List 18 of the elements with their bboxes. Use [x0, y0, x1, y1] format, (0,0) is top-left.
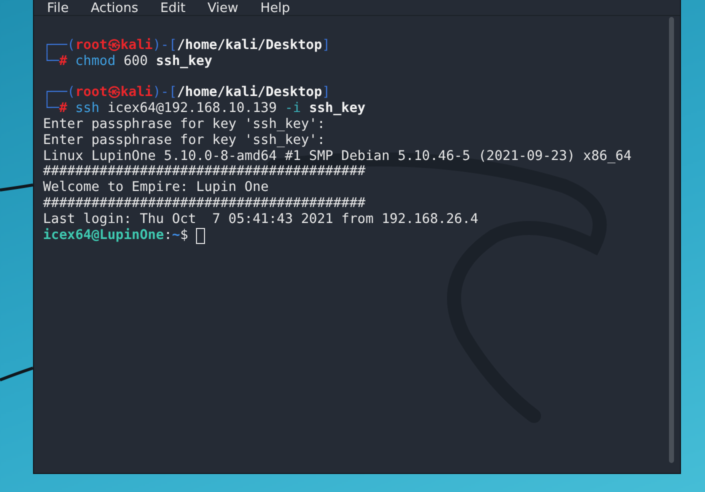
prompt-line: ┌──(root㉿kali)-[/home/kali/Desktop] — [43, 85, 330, 100]
output-line: Linux LupinOne 5.10.0-8-amd64 #1 SMP Debian 5.10.46-5 (2021-09-23) x86_64 — [43, 148, 632, 164]
output-line: ######################################## — [43, 196, 366, 212]
shell-prompt: icex64@LupinOne:~$ — [43, 228, 188, 244]
menu-item[interactable]: Edit — [160, 2, 186, 15]
menu-item[interactable]: Help — [260, 2, 290, 15]
scrollbar[interactable] — [669, 17, 674, 463]
menu-item[interactable]: View — [207, 2, 238, 15]
menu-item[interactable]: Actions — [90, 2, 138, 15]
prompt-line: ┌──(root㉿kali)-[/home/kali/Desktop] — [43, 38, 330, 53]
output-line: ######################################## — [43, 164, 366, 180]
output-line: Welcome to Empire: Lupin One — [43, 180, 269, 196]
output-line: Enter passphrase for key 'ssh_key': — [43, 132, 326, 149]
output-line: Enter passphrase for key 'ssh_key': — [43, 116, 326, 133]
command-line: └─# ssh icex64@192.168.10.139 -i ssh_key — [43, 101, 366, 117]
menu-item[interactable]: File — [47, 2, 69, 15]
command-line: └─# chmod 600 ssh_key — [43, 54, 212, 70]
output-line: Last login: Thu Oct 7 05:41:43 2021 from 192.168.26.4 — [43, 212, 478, 228]
